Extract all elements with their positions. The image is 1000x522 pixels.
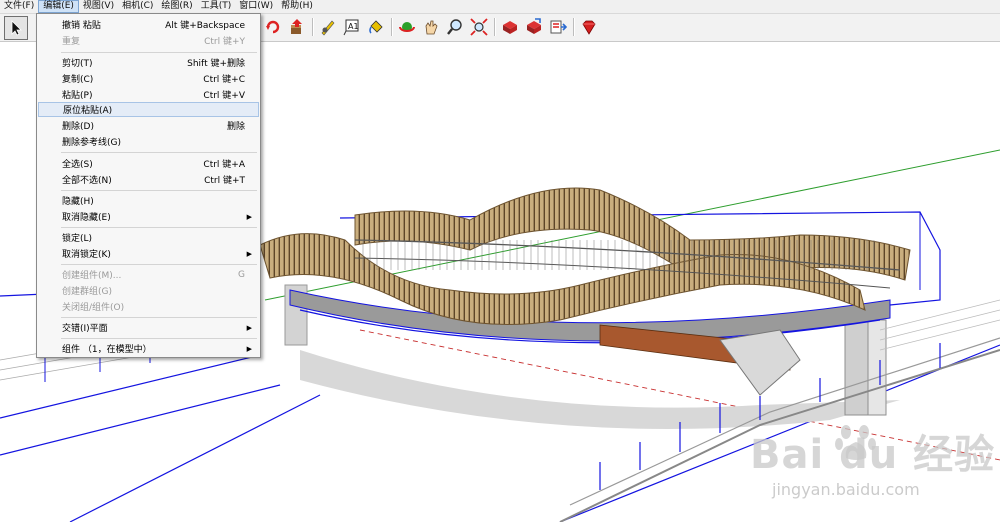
menu-item-select-none[interactable]: 全部不选(N) Ctrl 键+T [38,172,259,187]
watermark-url: jingyan.baidu.com [772,480,920,499]
menu-item-delete[interactable]: 删除(D) 删除 [38,118,259,133]
submenu-arrow-icon: ▶ [246,323,252,332]
orbit-icon[interactable] [396,16,418,38]
ruby-icon[interactable] [578,16,600,38]
svg-text:A1: A1 [348,22,359,31]
share-model-icon[interactable] [523,16,545,38]
menu-item-paste-in-place[interactable]: 原位粘贴(A) [38,102,259,117]
tape-measure-icon[interactable] [317,16,339,38]
menu-item-unlock[interactable]: 取消锁定(K) ▶ [38,246,259,261]
menu-help[interactable]: 帮助(H) [277,0,317,13]
submenu-arrow-icon: ▶ [246,249,252,258]
menu-item-hide[interactable]: 隐藏(H) [38,193,259,208]
menu-tools[interactable]: 工具(T) [197,0,236,13]
menu-draw[interactable]: 绘图(R) [157,0,196,13]
menu-item-component-context[interactable]: 组件 （1，在模型中） ▶ [38,341,259,356]
get-models-icon[interactable] [499,16,521,38]
menu-item-cut[interactable]: 剪切(T) Shift 键+删除 [38,55,259,70]
select-icon[interactable] [4,16,28,40]
submenu-arrow-icon: ▶ [246,344,252,353]
watermark-brand: Bai du 经验 [750,432,996,478]
menu-item-make-group: 创建群组(G) [62,287,112,297]
edit-menu-dropdown: 撤销 粘贴 Alt 键+Backspace 重复 Ctrl 键+Y 剪切(T) Shi… [36,13,261,358]
baidu-watermark: Bai du 经验 jingyan.baidu.com [742,420,994,510]
menu-file[interactable]: 文件(F) [0,0,38,13]
menu-camera[interactable]: 相机(C) [118,0,157,13]
menu-bar: 文件(F) 编辑(E) 视图(V) 相机(C) 绘图(R) 工具(T) 窗口(W… [0,0,1000,14]
menu-item-paste[interactable]: 粘贴(P) Ctrl 键+V [38,87,259,102]
menu-item-copy[interactable]: 复制(C) Ctrl 键+C [38,71,259,86]
menu-view[interactable]: 视图(V) [79,0,118,13]
push-pull-icon[interactable] [286,16,308,38]
menu-item-redo: 重复 Ctrl 键+Y [62,37,245,47]
zoom-extents-icon[interactable] [468,16,490,38]
text-icon[interactable]: A1 [341,16,363,38]
menu-item-close-group: 关闭组/组件(O) [62,303,125,313]
menu-item-lock[interactable]: 锁定(L) [38,230,259,245]
menu-window[interactable]: 窗口(W) [235,0,277,13]
menu-item-select-all[interactable]: 全选(S) Ctrl 键+A [38,156,259,171]
submenu-arrow-icon: ▶ [246,212,252,221]
menu-item-unhide[interactable]: 取消隐藏(E) ▶ [38,209,259,224]
menu-item-undo[interactable]: 撤销 粘贴 Alt 键+Backspace [38,17,259,32]
menu-item-intersect-faces[interactable]: 交错(I)平面 ▶ [38,320,259,335]
menu-item-delete-guides[interactable]: 删除参考线(G) [38,134,259,149]
menu-item-make-component: 创建组件(M)... G [62,269,245,282]
paint-bucket-icon[interactable] [365,16,387,38]
pan-icon[interactable] [420,16,442,38]
upload-icon[interactable] [547,16,569,38]
rotate-icon[interactable] [262,16,284,38]
menu-edit[interactable]: 编辑(E) [38,0,79,13]
zoom-icon[interactable] [444,16,466,38]
